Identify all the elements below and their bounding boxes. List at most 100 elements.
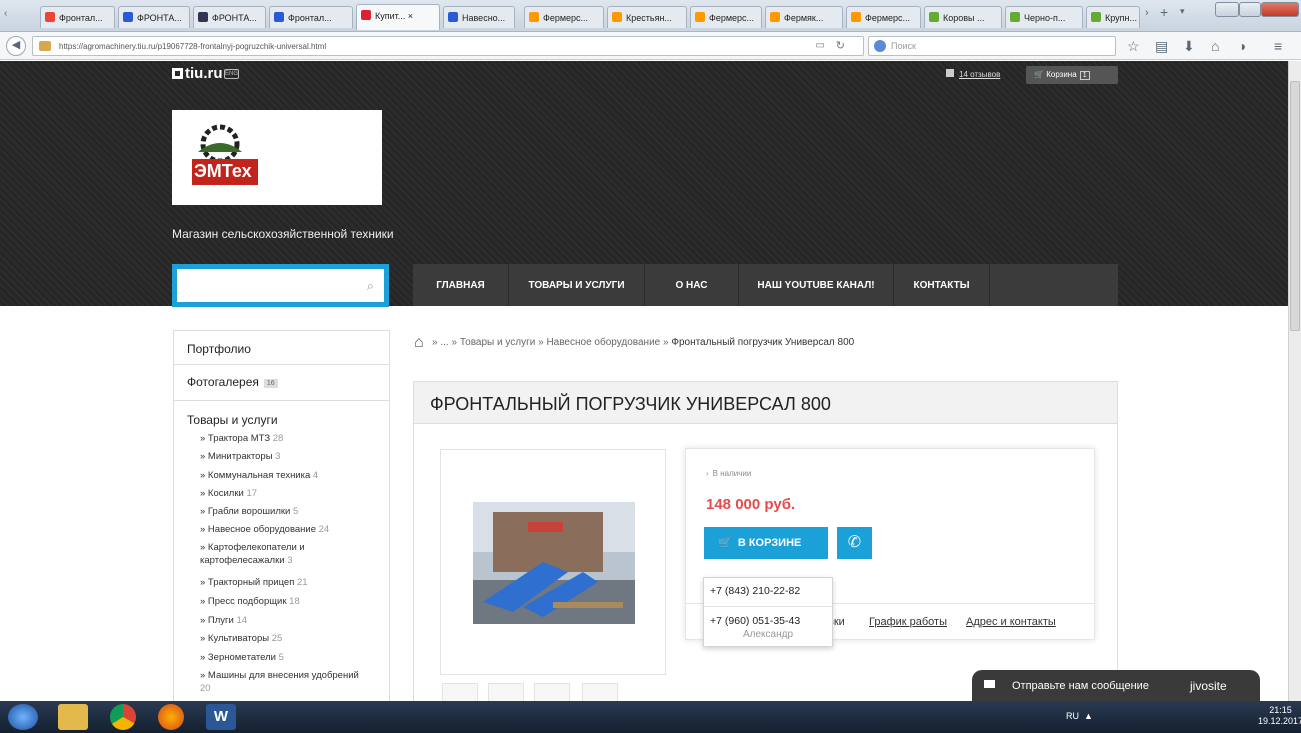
category-link[interactable]: » Культиваторы 25: [200, 632, 370, 645]
product-thumbnail[interactable]: [534, 683, 570, 701]
maximize-button[interactable]: [1239, 2, 1261, 17]
product-image-frame[interactable]: [440, 449, 666, 675]
reader-view-icon[interactable]: ▭: [816, 40, 825, 51]
category-link[interactable]: » Машины для внесения удобрений 20: [200, 669, 370, 695]
bookmark-star-icon[interactable]: ☆: [1127, 38, 1140, 55]
new-tab-button[interactable]: +: [1160, 4, 1168, 20]
jivosite-brand: jivosite: [1190, 679, 1227, 693]
category-link[interactable]: » Навесное оборудование 24: [200, 523, 370, 536]
sidebar-item-portfolio[interactable]: Портфолио: [174, 331, 389, 365]
browser-tab[interactable]: Коровы ...: [924, 6, 1002, 28]
search-engine-icon[interactable]: [874, 40, 886, 52]
pocket-icon[interactable]: ◗: [1239, 38, 1247, 54]
menu-item-home[interactable]: ГЛАВНАЯ: [413, 264, 509, 306]
browser-tab[interactable]: ФРОНТА...: [193, 6, 266, 28]
site-identity-icon[interactable]: [39, 41, 51, 51]
product-price: 148 000 руб.: [706, 496, 796, 513]
browser-tab[interactable]: Крестьян...: [607, 6, 687, 28]
tab-close-icon[interactable]: ×: [408, 11, 413, 21]
browser-tab-bar: ‹ Фронтал... ФРОНТА... ФРОНТА... Фронтал…: [0, 0, 1301, 32]
browser-tab[interactable]: Навесно...: [443, 6, 515, 28]
browser-tab-active[interactable]: Купит... ×: [356, 4, 440, 30]
reviews-link[interactable]: 14 отзывов: [946, 69, 1000, 79]
sidebar-item-gallery[interactable]: Фотогалерея 16: [174, 365, 389, 401]
breadcrumb-item[interactable]: Навесное оборудование: [546, 337, 660, 348]
category-link[interactable]: » Грабли ворошилки 5: [200, 505, 370, 518]
chrome-icon[interactable]: [110, 704, 136, 730]
close-window-button[interactable]: [1261, 2, 1299, 17]
tiu-logo[interactable]: tiu.ru: [172, 65, 223, 82]
browser-tab[interactable]: Фермерс...: [846, 6, 921, 28]
browser-tab[interactable]: Фермерс...: [524, 6, 604, 28]
category-link[interactable]: » Коммунальная техника 4: [200, 469, 370, 482]
browser-tab[interactable]: ФРОНТА...: [118, 6, 190, 28]
product-header: ФРОНТАЛЬНЫЙ ПОГРУЗЧИК УНИВЕРСАЛ 800: [414, 382, 1117, 424]
browser-tab[interactable]: Фермерс...: [690, 6, 762, 28]
product-thumbnail[interactable]: [582, 683, 618, 701]
menu-item-youtube[interactable]: НАШ YOUTUBE КАНАЛ!: [739, 264, 894, 306]
back-button[interactable]: ◀: [6, 36, 26, 56]
tabs-scroll-right-icon[interactable]: ›: [1145, 7, 1149, 19]
sidebar-products-title[interactable]: Товары и услуги: [187, 413, 278, 427]
store-description: Магазин сельскохозяйственной техники: [172, 227, 394, 241]
browser-tab[interactable]: Крупн...: [1086, 6, 1140, 28]
stock-status: › В наличии: [706, 469, 752, 478]
browser-tab[interactable]: Фронтал...: [40, 6, 115, 28]
category-link[interactable]: » Зерномeтатели 5: [200, 651, 370, 664]
tab-list-icon[interactable]: ▾: [1180, 6, 1185, 17]
downloads-icon[interactable]: ⬇: [1183, 38, 1195, 55]
breadcrumb-item[interactable]: Товары и услуги: [460, 337, 536, 348]
category-link[interactable]: » Пресс подборщик 18: [200, 595, 370, 608]
cart-button[interactable]: 🛒 Корзина 1: [1026, 66, 1118, 84]
phone-number[interactable]: +7 (843) 210-22-82: [704, 578, 832, 607]
envelope-icon: [984, 680, 995, 688]
store-logo[interactable]: ЭМТех: [172, 110, 382, 205]
browser-tab[interactable]: Фронтал...: [269, 6, 353, 28]
category-link[interactable]: » Картофелекопатели и картофелесажалки 3: [200, 541, 370, 567]
explorer-icon[interactable]: [58, 704, 88, 730]
category-link[interactable]: » Косилки 17: [200, 487, 370, 500]
tabs-scroll-left-icon[interactable]: ‹: [4, 8, 7, 19]
search-field[interactable]: Поиск: [868, 36, 1116, 56]
browser-tab[interactable]: Черно-п...: [1005, 6, 1083, 28]
category-link[interactable]: » Тракторный прицеп 21: [200, 576, 370, 589]
browser-tab[interactable]: Фермяк...: [765, 6, 843, 28]
language-badge[interactable]: ENG: [224, 69, 239, 79]
search-input[interactable]: [177, 269, 384, 302]
home-icon[interactable]: ⌂: [1211, 38, 1219, 54]
product-thumbnail[interactable]: [442, 683, 478, 701]
in-cart-button[interactable]: 🛒 В КОРЗИНЕ: [704, 527, 828, 559]
reload-icon[interactable]: ↻: [836, 39, 845, 52]
category-link[interactable]: » Плуги 14: [200, 614, 370, 627]
breadcrumb-ellipsis[interactable]: ...: [440, 337, 448, 348]
site-header: tiu.ru ENG 14 отзывов 🛒 Корзина 1 ЭМТех М…: [0, 61, 1288, 307]
menu-item-products[interactable]: ТОВАРЫ И УСЛУГИ: [509, 264, 645, 306]
home-icon[interactable]: ⌂: [414, 334, 424, 351]
clock[interactable]: 21:15 19.12.2017: [1258, 705, 1301, 727]
tab-schedule[interactable]: График работы: [869, 616, 947, 628]
category-link[interactable]: » Минитракторы 3: [200, 450, 370, 463]
jivosite-chat-widget[interactable]: Отправьте нам сообщение jivosite: [972, 670, 1260, 701]
menu-item-contacts[interactable]: КОНТАКТЫ: [894, 264, 990, 306]
menu-hamburger-icon[interactable]: ≡: [1274, 38, 1282, 54]
favicon-icon: [123, 12, 133, 22]
firefox-icon[interactable]: [158, 704, 184, 730]
windows-taskbar: W RU ▲ 21:15 19.12.2017: [0, 701, 1301, 733]
language-indicator[interactable]: RU: [1066, 711, 1079, 721]
library-icon[interactable]: ▤: [1155, 38, 1168, 55]
address-bar[interactable]: https://agromachinery.tiu.ru/p19067728-f…: [32, 36, 864, 56]
category-link[interactable]: » Трактора МТЗ 28: [200, 432, 370, 445]
phone-number[interactable]: +7 (960) 051-35-43: [710, 615, 800, 627]
page-scrollbar[interactable]: [1288, 61, 1301, 701]
minimize-button[interactable]: [1215, 2, 1239, 17]
phone-button[interactable]: ✆: [837, 527, 872, 559]
product-thumbnail[interactable]: [488, 683, 524, 701]
menu-item-about[interactable]: О НАС: [645, 264, 739, 306]
tray-arrow-icon[interactable]: ▲: [1084, 711, 1093, 721]
product-photo[interactable]: [473, 502, 635, 624]
start-button[interactable]: [8, 704, 38, 730]
search-icon[interactable]: ⌕: [367, 278, 374, 294]
word-icon[interactable]: W: [206, 704, 236, 730]
scrollbar-thumb[interactable]: [1290, 81, 1300, 331]
tab-contacts[interactable]: Адрес и контакты: [966, 616, 1056, 628]
